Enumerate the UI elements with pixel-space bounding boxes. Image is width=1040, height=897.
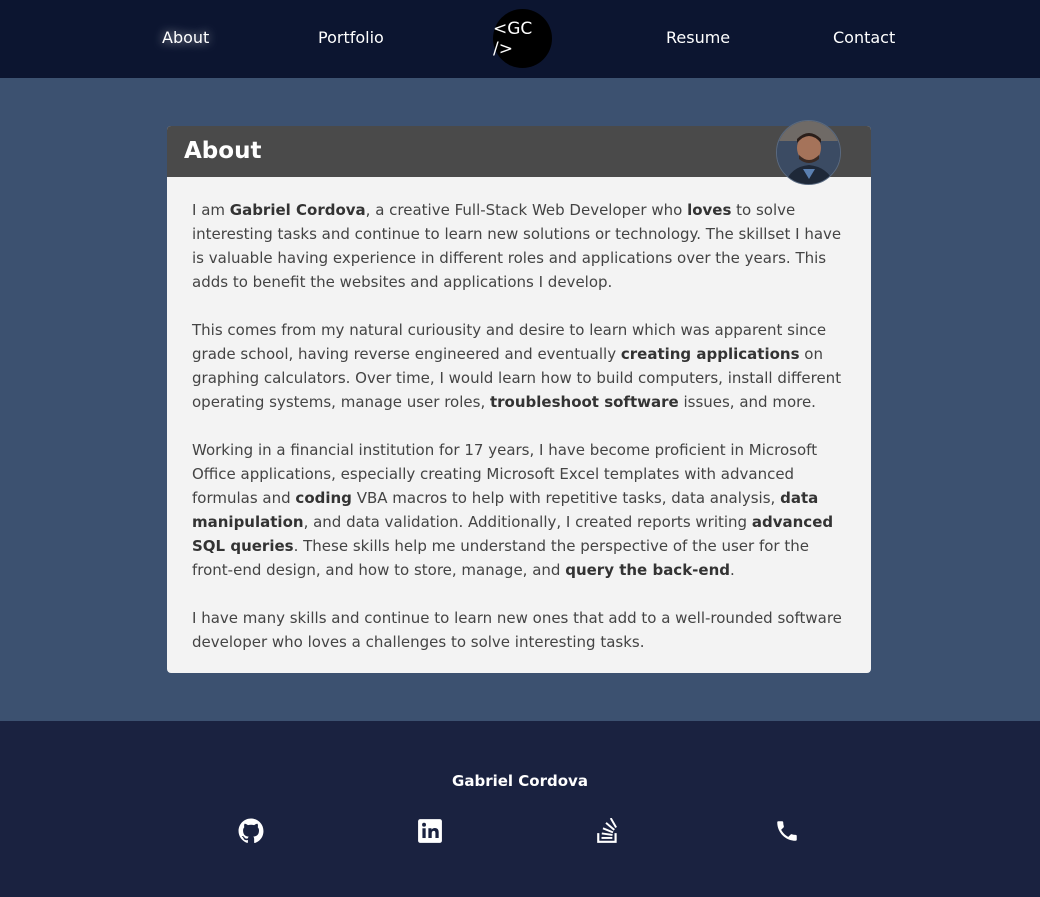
- about-paragraph-4: I have many skills and continue to learn…: [192, 609, 842, 651]
- top-navigation: About Portfolio <GC /> Resume Contact: [0, 0, 1040, 78]
- about-card-header: About: [167, 120, 871, 185]
- nav-resume-link[interactable]: Resume: [666, 28, 730, 47]
- about-card: About I am Gabriel Cordova, a creative F…: [167, 120, 871, 673]
- stackoverflow-icon[interactable]: [595, 818, 621, 844]
- github-icon[interactable]: [238, 818, 264, 844]
- profile-photo-icon: [777, 121, 840, 184]
- about-paragraph-1: I am Gabriel Cordova, a creative Full-St…: [192, 201, 842, 291]
- footer-name: Gabriel Cordova: [452, 772, 588, 790]
- nav-about-link[interactable]: About: [162, 28, 209, 47]
- linkedin-icon[interactable]: [417, 818, 443, 844]
- logo-button[interactable]: <GC />: [493, 9, 552, 68]
- footer: Gabriel Cordova: [0, 721, 1040, 897]
- about-body: I am Gabriel Cordova, a creative Full-St…: [192, 198, 852, 678]
- about-title: About: [184, 138, 262, 164]
- about-paragraph-3: Working in a financial institution for 1…: [192, 441, 834, 579]
- nav-contact-link[interactable]: Contact: [833, 28, 895, 47]
- avatar: [776, 120, 841, 185]
- nav-portfolio-link[interactable]: Portfolio: [318, 28, 384, 47]
- about-paragraph-2: This comes from my natural curiousity an…: [192, 321, 842, 411]
- phone-icon[interactable]: [774, 818, 800, 844]
